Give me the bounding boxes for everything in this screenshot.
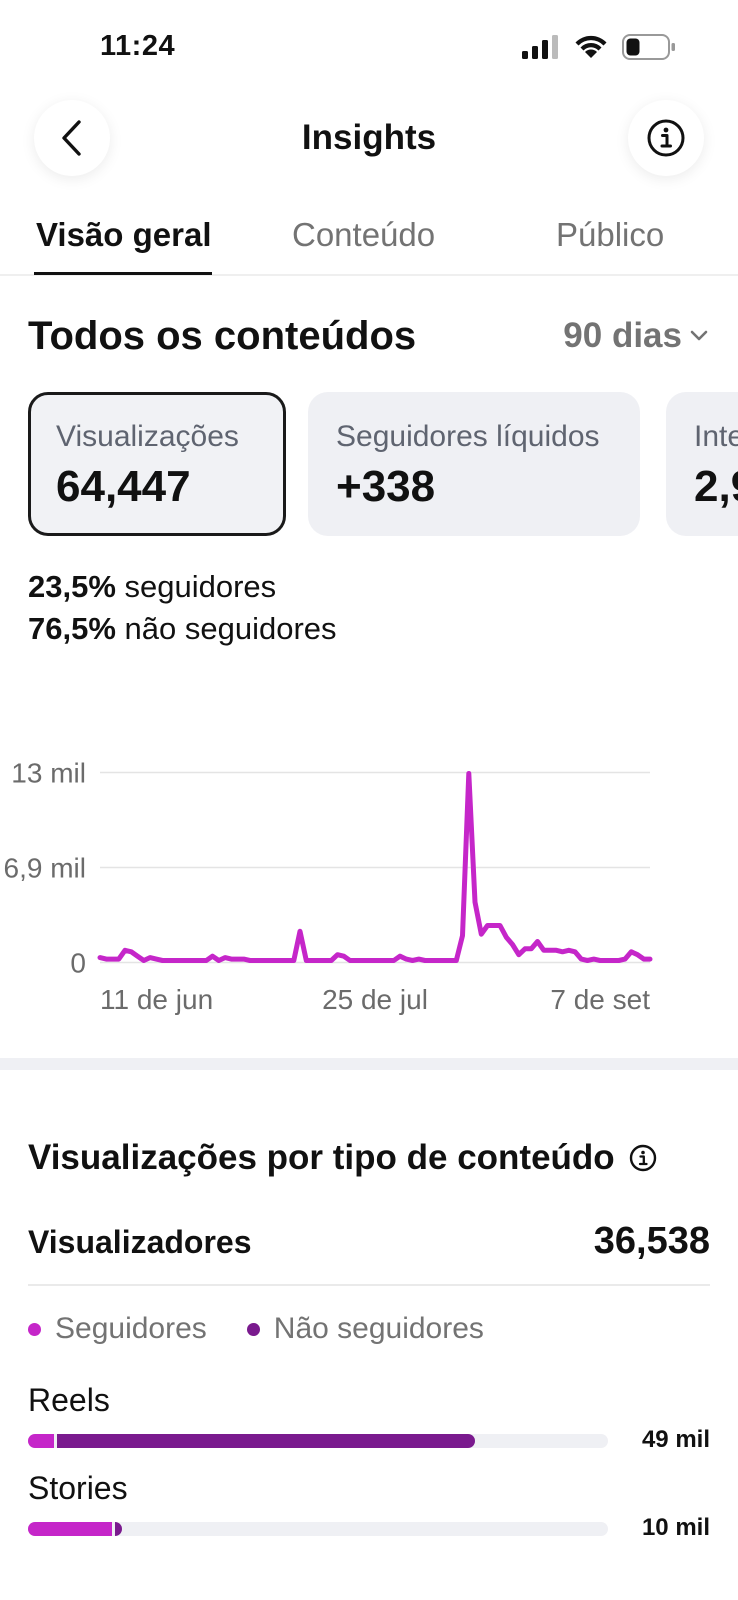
views-breakdown: 23,5% seguidores 76,5% não seguidores — [28, 566, 337, 650]
info-button[interactable] — [628, 100, 704, 176]
legend-label: Seguidores — [55, 1312, 207, 1345]
metric-value: +338 — [336, 462, 436, 511]
views-line-chart[interactable]: 13 mil 6,9 mil 0 11 de jun 25 de jul 7 de set — [0, 740, 738, 1030]
x-tick-label: 11 de jun — [100, 984, 213, 1015]
tab-bar: Visão geral Conteúdo Público — [0, 206, 738, 276]
info-icon — [647, 119, 685, 157]
breakdown-pct: 76,5% — [28, 611, 116, 646]
content-type-heading: Visualizações por tipo de conteúdo — [28, 1138, 615, 1177]
y-tick-label: 6,9 mil — [4, 853, 86, 884]
content-type-label: Stories — [28, 1470, 128, 1506]
bar-followers — [28, 1434, 55, 1448]
y-tick-label: 0 — [70, 948, 86, 979]
tab-overview[interactable]: Visão geral — [36, 216, 212, 254]
content-type-label: Reels — [28, 1382, 110, 1418]
wifi-icon — [575, 35, 607, 58]
status-icons — [522, 34, 676, 60]
chevron-down-icon — [690, 330, 708, 341]
content-type-value: 49 mil — [641, 1426, 710, 1453]
active-tab-indicator — [34, 272, 212, 275]
info-icon[interactable] — [629, 1144, 657, 1172]
status-time: 11:24 — [100, 30, 176, 62]
breakdown-text: não seguidores — [115, 611, 337, 646]
metric-value: 64,447 — [56, 462, 191, 511]
bar-track — [28, 1522, 608, 1536]
nav-bar: Insights — [0, 100, 738, 180]
content-type-title: Visualizações por tipo de conteúdo — [28, 1138, 657, 1178]
metric-value: 2,9 — [694, 462, 738, 511]
content-row-stories: Stories 10 mil — [28, 1470, 710, 1541]
bar-followers — [28, 1522, 113, 1536]
bar-non-followers — [57, 1434, 475, 1448]
section-divider — [0, 1058, 738, 1070]
breakdown-text: seguidores — [115, 569, 277, 604]
tab-content[interactable]: Conteúdo — [292, 216, 435, 254]
bar-track — [28, 1434, 608, 1448]
content-row-reels: Reels 49 mil — [28, 1382, 710, 1453]
breakdown-followers: 23,5% seguidores — [28, 566, 337, 608]
battery-icon — [622, 34, 675, 60]
cellular-signal-icon — [522, 35, 558, 59]
metric-card-net-followers[interactable]: Seguidores líquidos +338 — [308, 392, 640, 536]
legend-dot — [246, 1322, 260, 1336]
overview-header: Todos os conteúdos 90 dias — [28, 310, 710, 366]
breakdown-non-followers: 76,5% não seguidores — [28, 608, 337, 650]
x-tick-label: 7 de set — [550, 984, 650, 1015]
content-type-value: 10 mil — [641, 1514, 710, 1541]
viewers-value: 36,538 — [593, 1220, 710, 1262]
x-tick-label: 25 de jul — [322, 984, 428, 1015]
breakdown-pct: 23,5% — [28, 569, 116, 604]
metric-label: Inte — [694, 420, 738, 453]
metric-cards: Visualizações 64,447 Seguidores líquidos… — [28, 392, 738, 536]
y-tick-label: 13 mil — [11, 758, 86, 789]
tab-audience[interactable]: Público — [556, 216, 664, 254]
chart-legend: Seguidores Não seguidores — [28, 1312, 484, 1346]
chart-svg: 13 mil 6,9 mil 0 11 de jun 25 de jul 7 de set — [4, 758, 653, 1015]
legend-followers: Seguidores — [28, 1312, 207, 1346]
metric-label: Visualizações — [56, 420, 239, 453]
viewers-row: Visualizadores 36,538 — [28, 1216, 710, 1286]
legend-dot — [28, 1322, 41, 1336]
section-title: Todos os conteúdos — [28, 314, 417, 358]
legend-non-followers: Não seguidores — [246, 1312, 484, 1346]
metric-label: Seguidores líquidos — [336, 420, 600, 453]
legend-label: Não seguidores — [273, 1312, 484, 1345]
date-range-label: 90 dias — [563, 316, 682, 355]
date-range-dropdown[interactable]: 90 dias — [563, 316, 708, 356]
viewers-label: Visualizadores — [28, 1224, 252, 1260]
metric-card-views[interactable]: Visualizações 64,447 — [28, 392, 286, 536]
status-bar: 11:24 — [0, 0, 738, 92]
bar-non-followers — [115, 1522, 123, 1536]
metric-card-interactions[interactable]: Inte 2,9 — [666, 392, 738, 536]
